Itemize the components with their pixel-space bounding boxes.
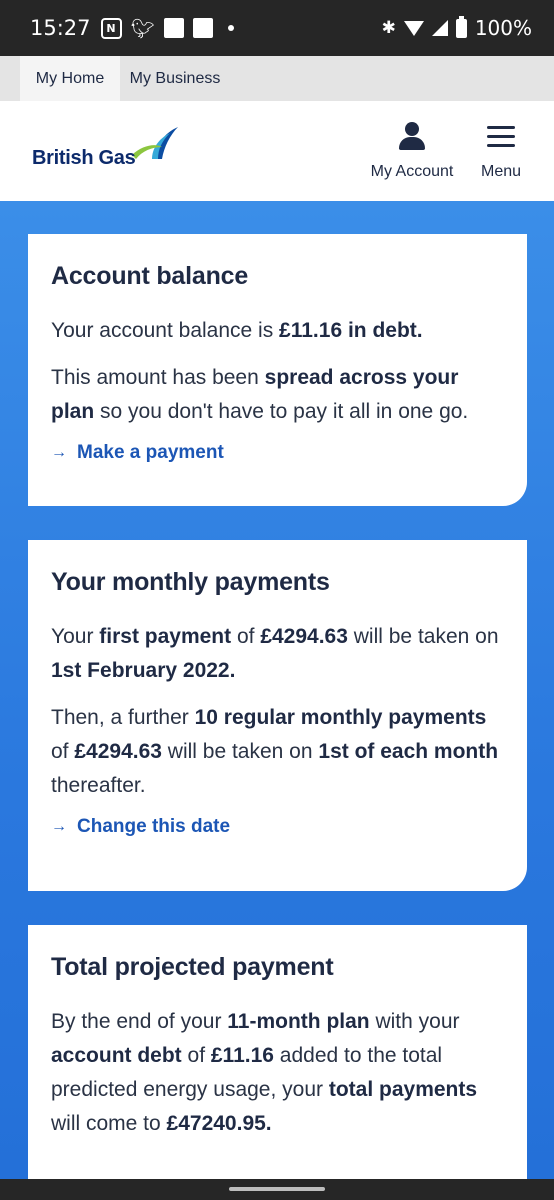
account-balance-card: Account balance Your account balance is … [28,234,527,506]
site-header: British Gas My Account Menu [0,101,554,201]
arrow-right-icon: → [51,818,67,835]
system-nav-bar [0,1179,554,1200]
first-payment-text: Your first payment of £4294.63 will be t… [51,625,499,682]
menu-button[interactable]: Menu [474,121,528,181]
system-icons: ✱ 100% [381,15,532,40]
signal-icon [431,20,448,36]
total-projected-card: Total projected payment By the end of yo… [28,925,527,1185]
spread-text: This amount has been spread across your … [51,366,469,423]
regular-payments-text: Then, a further 10 regular monthly payme… [51,706,499,797]
square-notification-icon [192,18,213,38]
arrow-right-icon: → [51,444,67,461]
status-bar: 15:27 N 🐦︎ ✱ 100% [0,0,554,56]
card-title: Total projected payment [51,953,334,981]
tab-my-home[interactable]: My Home [20,56,120,101]
total-payment-text: By the end of your 11-month plan with yo… [51,1010,478,1135]
segment-tabs: My Home My Business [0,56,554,101]
battery-percent: 100% [474,16,532,40]
battery-icon [455,15,467,38]
tab-my-business[interactable]: My Business [120,56,230,101]
card-title: Your monthly payments [51,568,330,596]
my-account-label: My Account [370,163,454,180]
home-gesture-handle[interactable] [229,1187,325,1191]
bluetooth-icon: ✱ [381,18,396,38]
logo-text: British Gas [32,147,136,169]
make-payment-link[interactable]: → Make a payment [51,442,503,464]
balance-text: Your account balance is £11.16 in debt. [51,319,423,342]
square-notification-icon [163,18,184,38]
twitter-bird-icon: 🐦︎ [130,17,155,40]
user-icon [399,122,425,150]
notification-icons: N 🐦︎ [100,17,234,40]
card-title: Account balance [51,262,249,290]
wifi-icon [403,20,424,36]
my-account-button[interactable]: My Account [364,121,460,181]
change-date-label: Change this date [77,816,231,837]
dot-icon [227,25,234,31]
make-payment-label: Make a payment [77,442,224,463]
n-app-icon: N [100,17,122,39]
british-gas-logo[interactable]: British Gas [32,121,178,181]
monthly-payments-card: Your monthly payments Your first payment… [28,540,527,891]
status-time: 15:27 [30,16,91,40]
hamburger-icon [487,125,515,147]
change-date-link[interactable]: → Change this date [51,816,503,838]
menu-label: Menu [480,163,522,180]
